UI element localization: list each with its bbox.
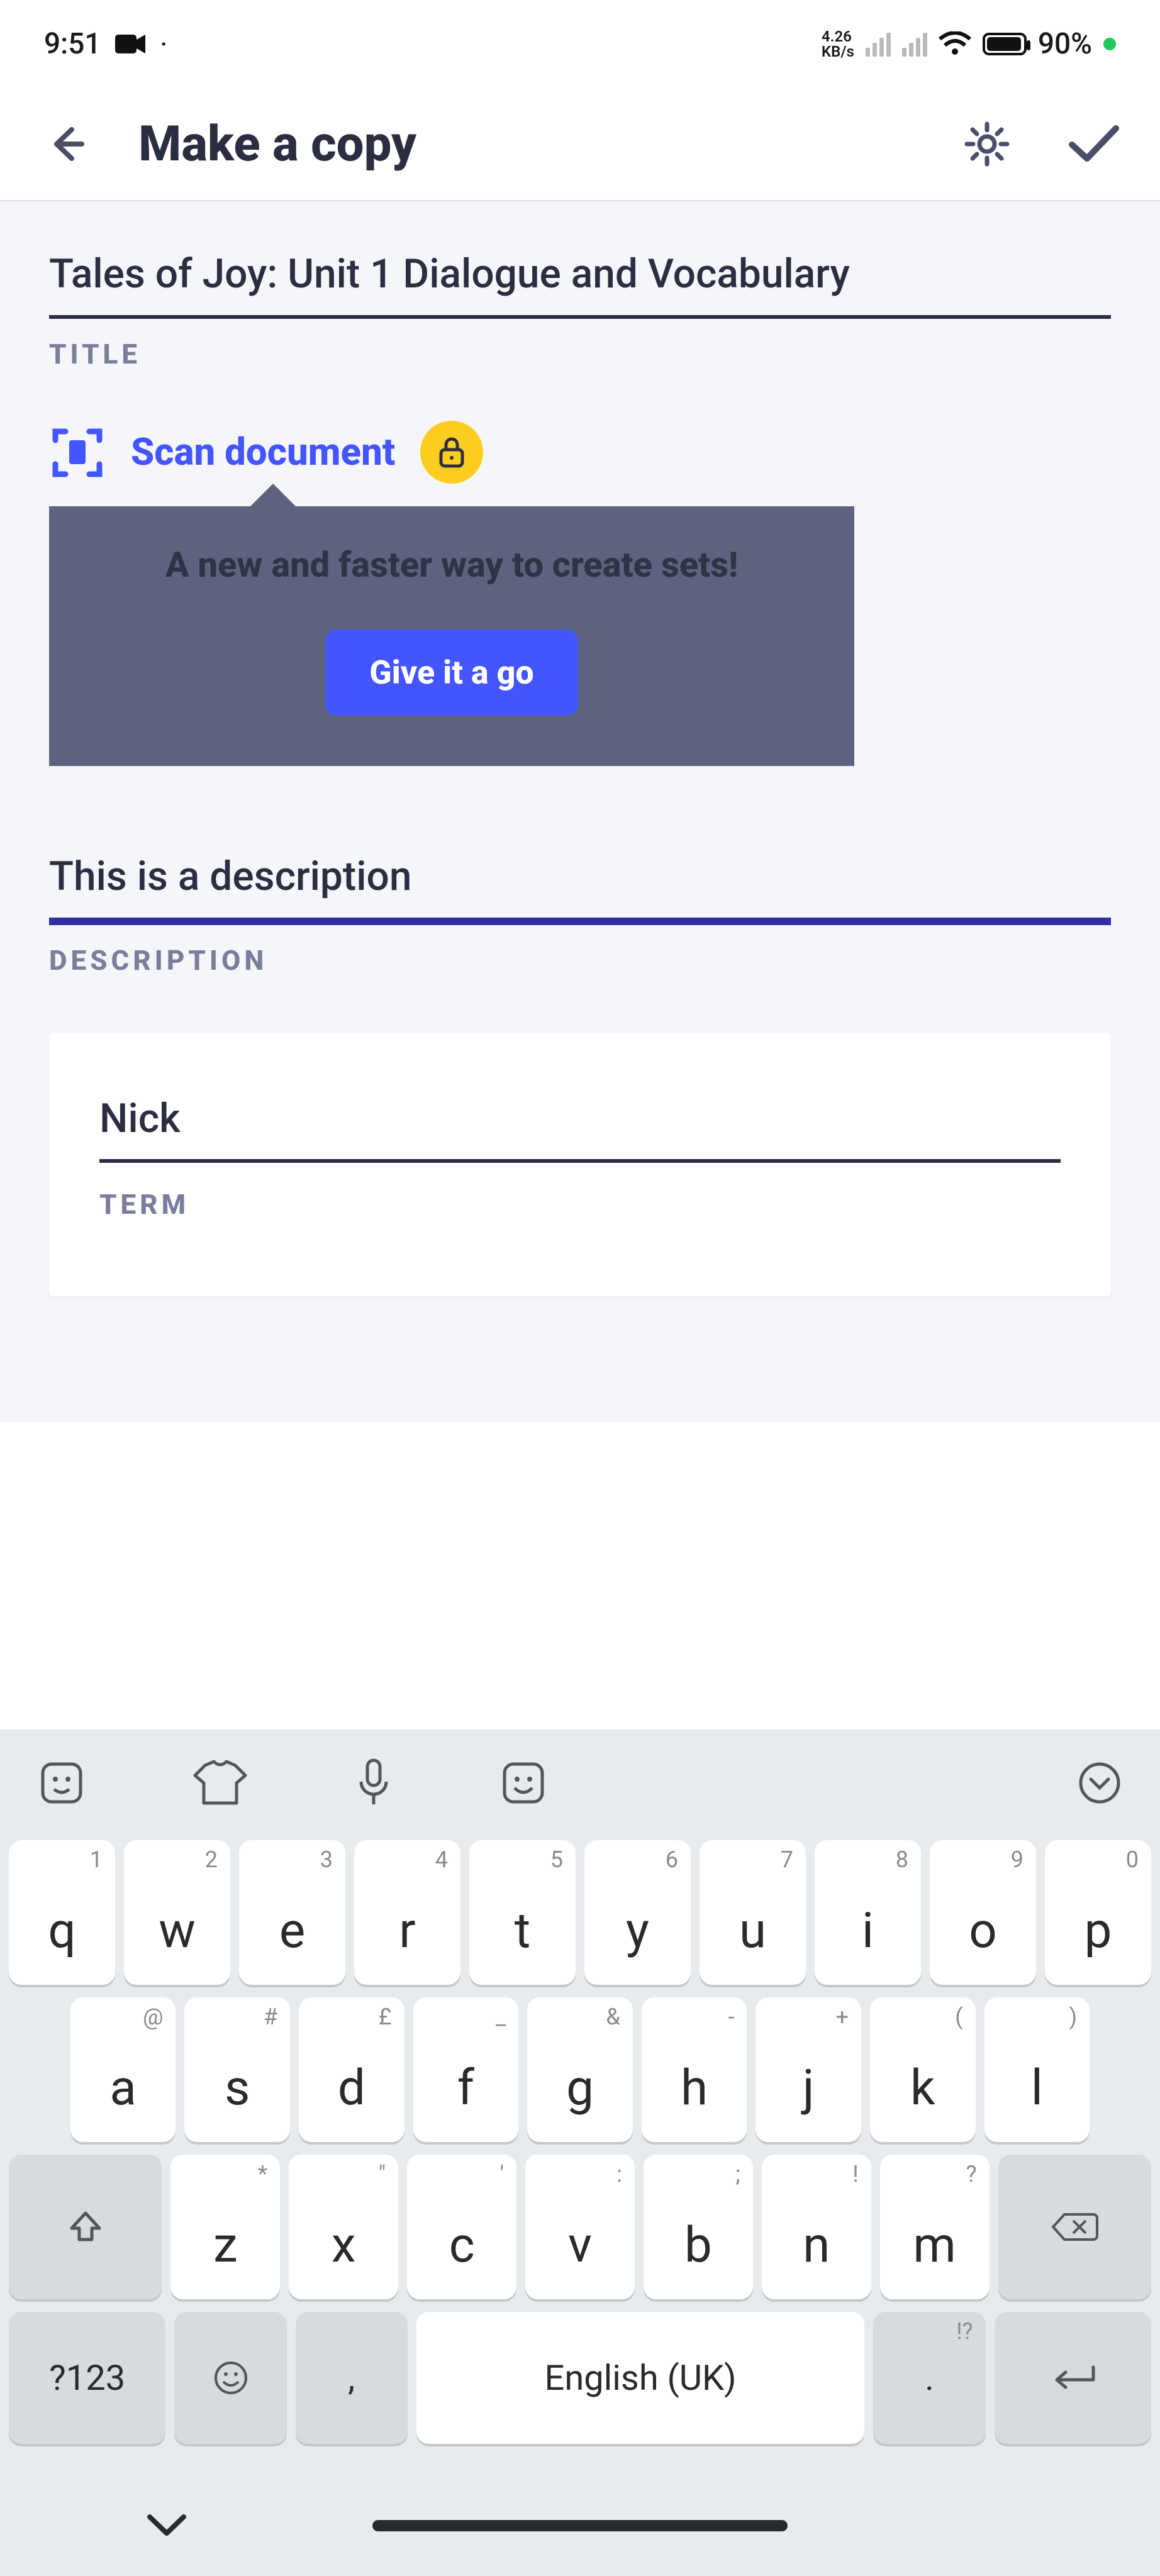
enter-key[interactable] xyxy=(995,2312,1151,2444)
scan-popover: A new and faster way to create sets! Giv… xyxy=(49,506,854,766)
title-field: TITLE xyxy=(49,239,1111,370)
keyboard-toolbar xyxy=(0,1729,1160,1836)
collapse-keyboard-icon[interactable] xyxy=(1077,1760,1122,1806)
shift-key[interactable] xyxy=(9,2155,162,2299)
key-o[interactable]: 9o xyxy=(930,1840,1036,1985)
backspace-icon xyxy=(1051,2211,1098,2243)
key-p[interactable]: 0p xyxy=(1045,1840,1151,1985)
key-w[interactable]: 2w xyxy=(124,1840,230,1985)
key-d[interactable]: £d xyxy=(299,1997,404,2142)
description-label: DESCRIPTION xyxy=(49,944,1111,977)
emoji-key[interactable] xyxy=(174,2312,286,2444)
key-l[interactable]: )l xyxy=(984,1997,1090,2142)
battery-percent: 90% xyxy=(1038,27,1092,61)
nav-home-pill[interactable] xyxy=(372,2520,788,2531)
key-u[interactable]: 7u xyxy=(700,1840,806,1985)
nav-chevron-down-icon[interactable] xyxy=(145,2512,189,2540)
form-content: TITLE Scan document A new and faster way… xyxy=(0,201,1160,1422)
key-a[interactable]: @a xyxy=(70,1997,176,2142)
keyboard: 1q2w3e4r5t6y7u8i9o0p @a#s£d_f&g-h+j(k)l … xyxy=(0,1836,1160,2475)
term-input[interactable] xyxy=(99,1084,1061,1163)
key-b[interactable]: ;b xyxy=(644,2155,753,2299)
wifi-icon xyxy=(939,31,971,57)
status-bar: 9:51 · 4.26 KB/s 90% xyxy=(0,0,1160,88)
premium-lock-badge xyxy=(420,421,483,484)
enter-icon xyxy=(1044,2362,1101,2394)
status-time: 9:51 xyxy=(44,27,101,61)
battery-icon xyxy=(983,33,1027,55)
key-m[interactable]: ?m xyxy=(880,2155,990,2299)
shift-icon xyxy=(67,2208,104,2246)
key-r[interactable]: 4r xyxy=(354,1840,460,1985)
lock-icon xyxy=(437,436,466,469)
key-i[interactable]: 8i xyxy=(815,1840,921,1985)
key-k[interactable]: (k xyxy=(870,1997,976,2142)
key-f[interactable]: _f xyxy=(413,1997,519,2142)
key-g[interactable]: &g xyxy=(527,1997,633,2142)
symbols-key[interactable]: ?123 xyxy=(9,2312,165,2444)
key-h[interactable]: -h xyxy=(642,1997,747,2142)
arrow-left-icon xyxy=(44,122,88,166)
keyboard-area: 1q2w3e4r5t6y7u8i9o0p @a#s£d_f&g-h+j(k)l … xyxy=(0,1729,1160,2576)
term-label: TERM xyxy=(99,1188,1061,1221)
title-label: TITLE xyxy=(49,338,1111,370)
privacy-dot-icon xyxy=(1103,38,1116,50)
gear-icon xyxy=(963,120,1011,168)
backspace-key[interactable] xyxy=(998,2155,1151,2299)
period-key[interactable]: !? . xyxy=(873,2312,985,2444)
term-card: TERM xyxy=(49,1033,1111,1297)
space-key[interactable]: English (UK) xyxy=(416,2312,865,2444)
scan-icon xyxy=(49,424,106,480)
key-t[interactable]: 5t xyxy=(469,1840,576,1985)
scan-document-label: Scan document xyxy=(131,430,395,474)
back-button[interactable] xyxy=(31,109,101,179)
net-speed: 4.26 KB/s xyxy=(822,29,854,59)
key-e[interactable]: 3e xyxy=(239,1840,345,1985)
app-bar: Make a copy xyxy=(0,88,1160,201)
signal-bars-2-icon xyxy=(902,31,927,57)
popover-message: A new and faster way to create sets! xyxy=(93,544,810,586)
system-nav-bar xyxy=(0,2475,1160,2576)
key-j[interactable]: +j xyxy=(756,1997,861,2142)
key-c[interactable]: 'c xyxy=(407,2155,516,2299)
scan-document-button[interactable]: Scan document xyxy=(49,421,1111,484)
settings-button[interactable] xyxy=(952,109,1022,179)
smiley-icon xyxy=(212,2359,250,2397)
title-input[interactable] xyxy=(49,239,1111,319)
emoji-icon[interactable] xyxy=(499,1759,547,1807)
check-icon xyxy=(1067,122,1121,166)
key-x[interactable]: "x xyxy=(289,2155,398,2299)
signal-bars-1-icon xyxy=(866,31,891,57)
mic-icon[interactable] xyxy=(355,1757,393,1809)
key-z[interactable]: *z xyxy=(170,2155,280,2299)
popover-cta-button[interactable]: Give it a go xyxy=(325,630,577,716)
key-y[interactable]: 6y xyxy=(584,1840,691,1985)
description-input[interactable] xyxy=(49,841,1111,925)
key-s[interactable]: #s xyxy=(184,1997,290,2142)
key-n[interactable]: !n xyxy=(762,2155,871,2299)
comma-key[interactable]: , xyxy=(296,2312,408,2444)
status-dot: · xyxy=(160,30,167,59)
page-title: Make a copy xyxy=(138,116,915,173)
description-field: DESCRIPTION xyxy=(49,841,1111,977)
key-q[interactable]: 1q xyxy=(9,1840,115,1985)
confirm-button[interactable] xyxy=(1059,109,1129,179)
key-v[interactable]: :v xyxy=(525,2155,635,2299)
tshirt-icon[interactable] xyxy=(192,1759,248,1807)
video-icon xyxy=(115,33,147,55)
sticker-icon[interactable] xyxy=(38,1759,86,1807)
